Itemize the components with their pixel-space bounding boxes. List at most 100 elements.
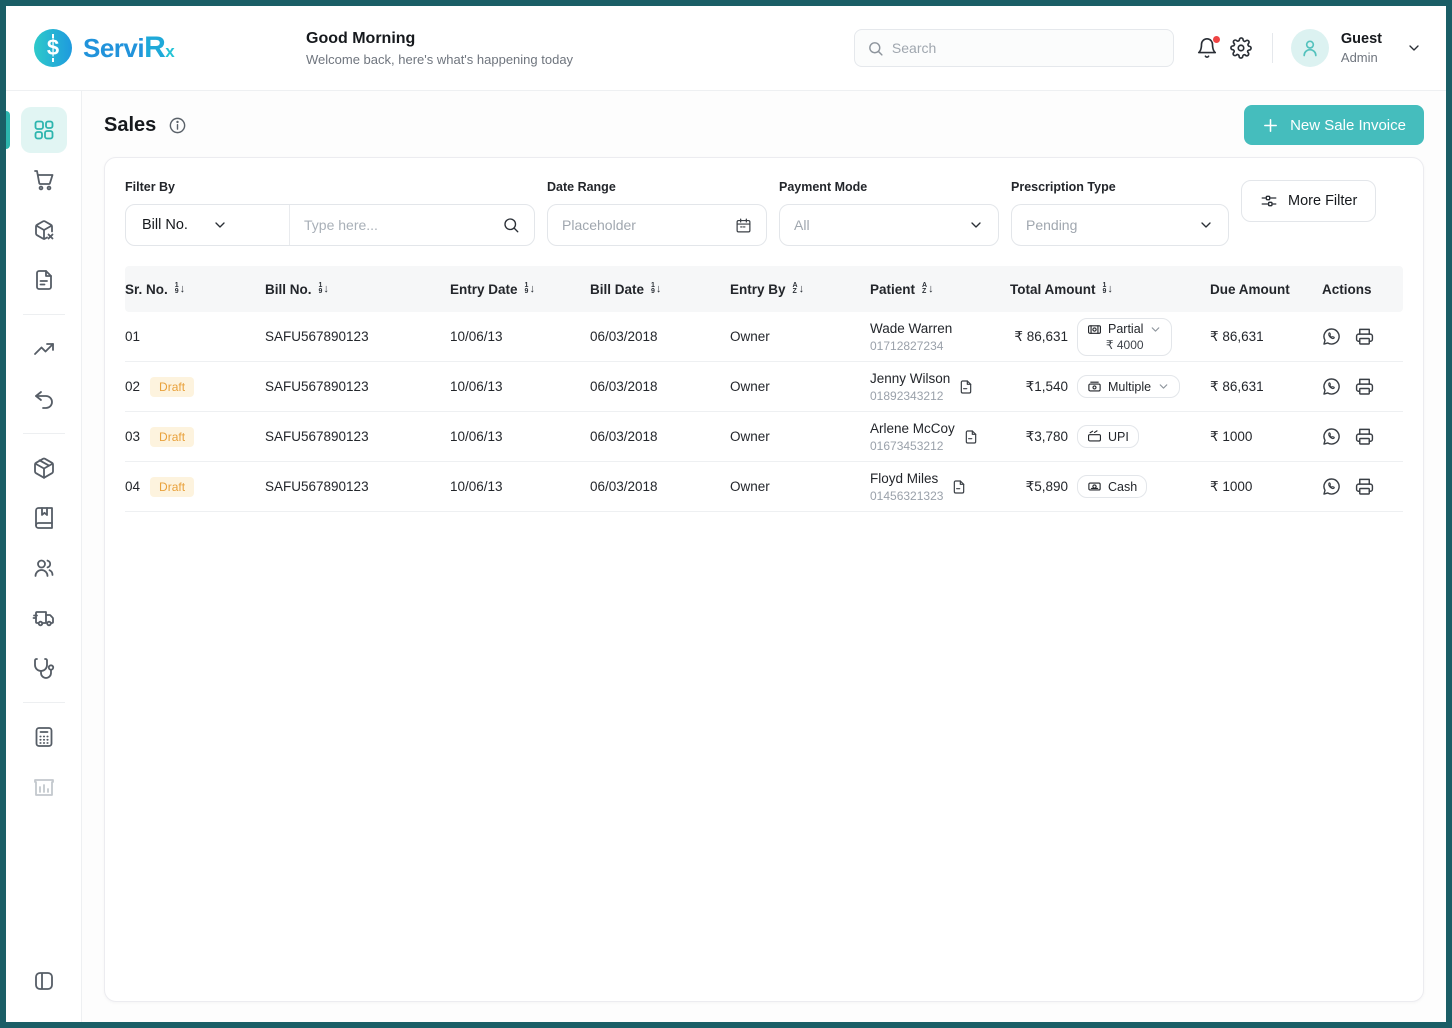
more-filter-button[interactable]: More Filter [1241,180,1376,222]
left-sidebar [6,91,82,1022]
sidebar-item-returns[interactable] [21,207,67,253]
date-range-input[interactable]: Placeholder [547,204,767,246]
payment-mode-badge: UPI [1077,425,1139,448]
sidebar-item-invoices[interactable] [21,257,67,303]
chevron-down-icon [1157,380,1170,393]
greeting-title: Good Morning [306,30,573,48]
filter-by-label: Filter By [125,180,535,194]
user-menu[interactable]: Guest Admin [1291,29,1422,67]
printer-icon [1355,427,1374,446]
dashboard-grid-icon [32,118,56,142]
sidebar-item-delivery[interactable] [21,595,67,641]
payment-mode-badge: Cash [1077,475,1147,498]
whatsapp-action-button[interactable] [1322,427,1341,446]
sales-table: Sr. No.19↓Bill No.19↓Entry Date19↓Bill D… [125,266,1403,512]
search-icon[interactable] [502,216,520,234]
sidebar-item-customers[interactable] [21,545,67,591]
sidebar-item-inventory[interactable] [21,445,67,491]
settings-button[interactable] [1224,31,1258,65]
document-icon [32,268,56,292]
due-amount: ₹ 86,631 [1210,329,1322,345]
sort-icon[interactable]: 19↓ [525,283,535,296]
stethoscope-icon [32,656,56,680]
column-header[interactable]: Bill Date19↓ [590,282,730,297]
column-header[interactable]: Sr. No.19↓ [125,282,265,297]
prescription-file-icon[interactable] [951,479,967,495]
notifications-button[interactable] [1190,31,1224,65]
sidebar-divider [23,433,65,434]
serial-number: 01 [125,329,140,344]
chevron-down-icon [1406,40,1422,56]
filter-search-input[interactable] [304,217,494,233]
svg-text:$: $ [47,35,59,60]
printer-icon [1355,477,1374,496]
printer-action-button[interactable] [1355,327,1374,346]
brand-logo: $ ServiRx [32,27,282,69]
prescription-file-icon[interactable] [963,429,979,445]
patient-name: Arlene McCoy [870,421,955,436]
sidebar-item-purchases[interactable] [21,157,67,203]
printer-action-button[interactable] [1355,477,1374,496]
greeting-subtitle: Welcome back, here's what's happening to… [306,52,573,67]
undo-icon [32,387,56,411]
bill-no: SAFU567890123 [265,329,450,344]
entry-by: Owner [730,479,870,494]
package-x-icon [32,218,56,242]
payment-mode-select[interactable]: All [779,204,999,246]
filter-by-combo: Bill No. [125,204,535,246]
cart-icon [32,168,56,192]
sort-icon[interactable]: 19↓ [319,283,329,296]
due-amount: ₹ 1000 [1210,479,1322,495]
entry-by: Owner [730,379,870,394]
bar-chart-icon [32,775,56,799]
sort-icon[interactable]: AZ↓ [793,283,805,296]
sidebar-item-ledger[interactable] [21,495,67,541]
sidebar-item-reports[interactable] [21,764,67,810]
chevron-down-icon [968,217,984,233]
whatsapp-action-button[interactable] [1322,327,1341,346]
payment-mode-badge[interactable]: Multiple [1077,375,1180,398]
whatsapp-action-button[interactable] [1322,377,1341,396]
prescription-type-select[interactable]: Pending [1011,204,1229,246]
bill-no-dropdown[interactable]: Bill No. [126,205,290,245]
column-header[interactable]: Bill No.19↓ [265,282,450,297]
sidebar-item-dashboard[interactable] [21,107,67,153]
search-input[interactable] [892,40,1161,56]
banknote-icon [1087,479,1102,494]
sort-icon[interactable]: 19↓ [1102,283,1112,296]
sales-card: Filter By Bill No. [104,157,1424,1002]
draft-badge: Draft [150,427,194,447]
sort-icon[interactable]: AZ↓ [922,283,934,296]
bill-date: 06/03/2018 [590,479,730,494]
printer-action-button[interactable] [1355,377,1374,396]
panel-collapse-icon [32,969,56,993]
sort-icon[interactable]: 19↓ [175,283,185,296]
whatsapp-icon [1322,427,1341,446]
column-header[interactable]: PatientAZ↓ [870,282,1010,297]
header-divider [1272,33,1273,63]
column-header[interactable]: Total Amount19↓ [1010,282,1210,297]
info-icon[interactable] [168,116,187,135]
global-search[interactable] [854,29,1174,67]
draft-badge: Draft [150,477,194,497]
prescription-file-icon[interactable] [958,379,974,395]
sidebar-item-sales[interactable] [21,326,67,372]
sort-icon[interactable]: 19↓ [651,283,661,296]
due-amount: ₹ 1000 [1210,429,1322,445]
payment-mode-badge[interactable]: Partial ₹ 4000 [1077,318,1172,356]
sidebar-item-calculator[interactable] [21,714,67,760]
sidebar-collapse-button[interactable] [21,958,67,1004]
entry-date: 10/06/13 [450,329,590,344]
new-sale-invoice-button[interactable]: New Sale Invoice [1244,105,1424,145]
sidebar-item-doctors[interactable] [21,645,67,691]
sidebar-item-sales-return[interactable] [21,376,67,422]
printer-action-button[interactable] [1355,427,1374,446]
calculator-icon [32,725,56,749]
column-header[interactable]: Entry ByAZ↓ [730,282,870,297]
chevron-down-icon [212,217,274,233]
bill-no: SAFU567890123 [265,429,450,444]
sliders-icon [1260,192,1278,210]
column-header[interactable]: Entry Date19↓ [450,282,590,297]
whatsapp-action-button[interactable] [1322,477,1341,496]
card-swipe-icon [1087,429,1102,444]
